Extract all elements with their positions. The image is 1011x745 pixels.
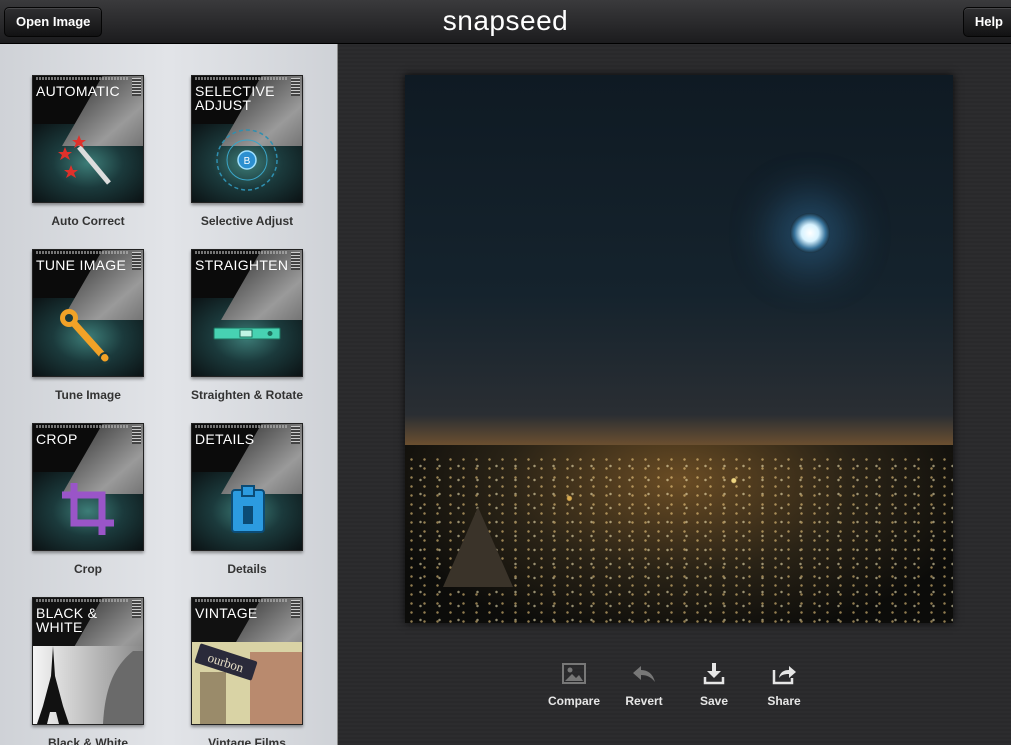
filter-thumbnail: TUNE IMAGE [32, 249, 144, 377]
filter-tile-details[interactable]: DETAILS Details [191, 423, 303, 576]
thumbnail-title: VINTAGE [195, 605, 258, 621]
thumbnail-title: CROP [36, 431, 78, 447]
magic-wand-icon [58, 135, 111, 185]
filter-label: Vintage Films [208, 736, 286, 745]
filter-tile-crop[interactable]: CROP Crop [32, 423, 144, 576]
crop-icon [62, 483, 114, 535]
save-label: Save [699, 694, 729, 708]
download-icon [703, 663, 725, 685]
filter-label: Tune Image [55, 388, 121, 402]
eiffel-tower-icon [33, 646, 143, 724]
share-button[interactable]: Share [749, 662, 819, 708]
vintage-sign-icon: ourbon [192, 642, 302, 724]
filter-label: Straighten & Rotate [190, 388, 303, 402]
photo-preview [405, 75, 953, 623]
filter-thumbnail: STRAIGHTEN [191, 249, 303, 377]
thumbnail-title: BLACK & WHITE [36, 605, 98, 635]
filter-thumbnail: VINTAGE ourbon [191, 597, 303, 725]
filter-label: Black & White [47, 736, 128, 745]
share-label: Share [767, 694, 801, 708]
filter-thumbnail: CROP [32, 423, 144, 551]
filter-tile-straighten-rotate[interactable]: STRAIGHTEN Straighten & Rotate [191, 249, 303, 402]
revert-button[interactable]: Revert [609, 662, 679, 708]
filter-thumbnail: SELECTIVE ADJUST B [191, 75, 303, 203]
image-icon [562, 663, 586, 684]
filter-tile-selective-adjust[interactable]: SELECTIVE ADJUST B Selective Adjust [191, 75, 303, 228]
filter-tile-auto-correct[interactable]: AUTOMATIC Auto Correct [32, 75, 144, 228]
filter-thumbnail: DETAILS [191, 423, 303, 551]
wrench-icon [60, 309, 111, 364]
compare-button[interactable]: Compare [539, 662, 609, 708]
level-icon [213, 327, 281, 340]
undo-icon [633, 666, 655, 682]
filter-thumbnail: AUTOMATIC [32, 75, 144, 203]
filter-label: Auto Correct [51, 214, 125, 228]
app-logo: snapseed [442, 5, 569, 36]
top-bar: Open Image snapseed Help [0, 0, 1011, 44]
thumbnail-title: AUTOMATIC [36, 83, 120, 99]
roof-silhouette [443, 507, 513, 587]
filter-tile-black-white[interactable]: BLACK & WHITE Black & White [32, 597, 144, 745]
filter-label: Selective Adjust [200, 214, 294, 228]
save-button[interactable]: Save [679, 662, 749, 708]
thumbnail-title: TUNE IMAGE [36, 257, 127, 273]
filter-tile-tune-image[interactable]: TUNE IMAGE Tune Image [32, 249, 144, 402]
thumbnail-title: SELECTIVE ADJUST [195, 83, 275, 113]
compare-label: Compare [547, 694, 600, 708]
help-button[interactable]: Help [962, 7, 1011, 37]
moon [790, 213, 830, 253]
control-point-icon: B [216, 129, 278, 191]
svg-text:B: B [244, 156, 251, 167]
filter-panel: AUTOMATIC Auto Correct SELECTIVE ADJUST … [0, 44, 338, 745]
share-icon [772, 666, 796, 685]
filter-label: Details [227, 562, 267, 576]
filter-tile-vintage-films[interactable]: VINTAGE ourbon Vintage Films [191, 597, 303, 745]
sharpener-icon [231, 485, 265, 533]
revert-label: Revert [625, 694, 663, 708]
filter-label: Crop [74, 562, 102, 576]
filter-thumbnail: BLACK & WHITE [32, 597, 144, 725]
thumbnail-title: STRAIGHTEN [195, 257, 289, 273]
thumbnail-title: DETAILS [195, 431, 255, 447]
editor-canvas: Compare Revert Save Share [338, 44, 1011, 745]
